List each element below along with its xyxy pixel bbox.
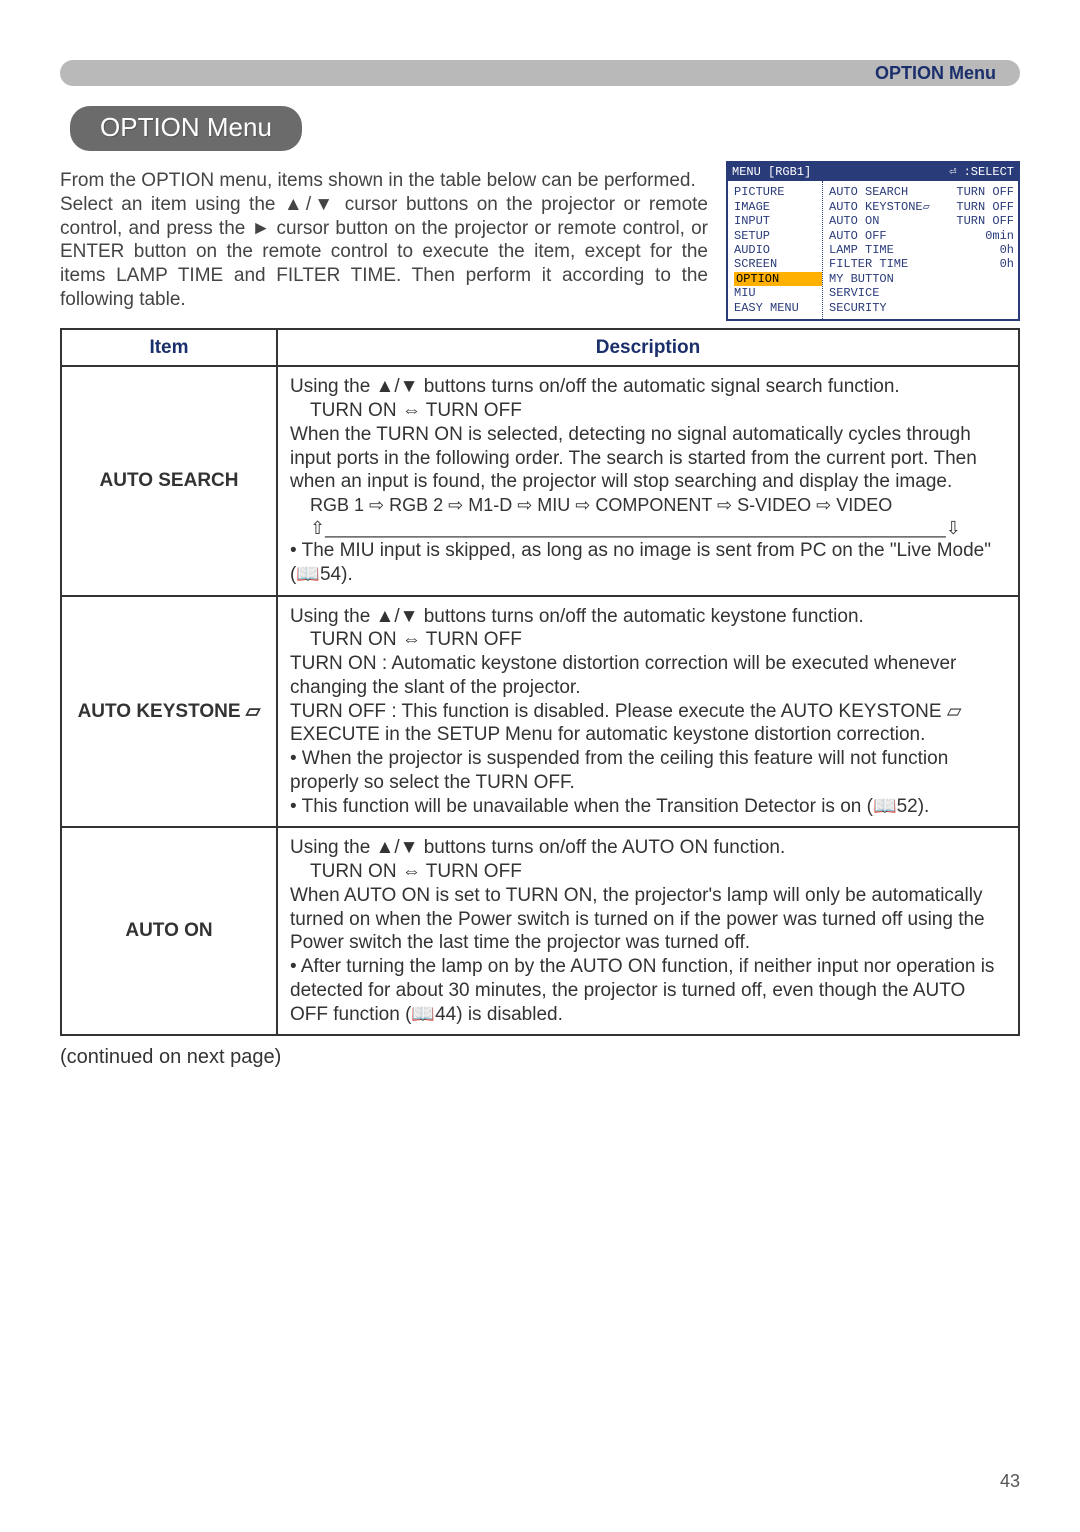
item-cell: AUTO ON [61,827,277,1035]
desc-line: Using the ▲/▼ buttons turns on/off the a… [290,605,1006,629]
osd-left-item: SETUP [734,229,822,243]
osd-right-row: AUTO OFF0min [829,229,1014,243]
osd-left-item: SCREEN [734,257,822,271]
item-cell: AUTO KEYSTONE ▱ [61,596,277,828]
page-number: 43 [1000,1471,1020,1492]
desc-line: TURN ON : Automatic keystone distortion … [290,652,1006,700]
osd-title-right: ⏎ :SELECT [949,165,1014,179]
section-title-pill: OPTION Menu [70,106,302,151]
intro-paragraph: From the OPTION menu, items shown in the… [60,169,708,312]
osd-menu-screenshot: MENU [RGB1] ⏎ :SELECT PICTUREIMAGEINPUTS… [726,161,1020,321]
desc-cell: Using the ▲/▼ buttons turns on/off the a… [277,366,1019,595]
osd-left-item: EASY MENU [734,301,822,315]
osd-title-left: MENU [RGB1] [732,165,811,179]
desc-line: Using the ▲/▼ buttons turns on/off the a… [290,375,1006,399]
osd-left-item: INPUT [734,214,822,228]
osd-right-row: AUTO KEYSTONE▱TURN OFF [829,200,1014,214]
desc-line: • This function will be unavailable when… [290,795,1006,819]
osd-right-column: AUTO SEARCHTURN OFFAUTO KEYSTONE▱TURN OF… [823,181,1018,319]
osd-left-item: PICTURE [734,185,822,199]
osd-right-row: AUTO SEARCHTURN OFF [829,185,1014,199]
table-row: AUTO ON Using the ▲/▼ buttons turns on/of… [61,827,1019,1035]
col-header-item: Item [61,329,277,367]
option-table: Item Description AUTO SEARCH Using the ▲/… [60,328,1020,1037]
desc-line: TURN ON ⇔ TURN OFF [310,399,1006,423]
header-bar: OPTION Menu [60,60,1020,86]
osd-left-item: AUDIO [734,243,822,257]
continued-note: (continued on next page) [60,1046,1020,1069]
osd-right-row: SERVICE [829,286,1014,300]
osd-right-row: MY BUTTON [829,272,1014,286]
desc-cell: Using the ▲/▼ buttons turns on/off the A… [277,827,1019,1035]
desc-line: • After turning the lamp on by the AUTO … [290,955,1006,1026]
item-cell: AUTO SEARCH [61,366,277,595]
desc-line: TURN ON ⇔ TURN OFF [310,628,1006,652]
header-label: OPTION Menu [875,63,996,84]
desc-line: When AUTO ON is set to TURN ON, the proj… [290,884,1006,955]
desc-line: RGB 1 ⇨ RGB 2 ⇨ M1-D ⇨ MIU ⇨ COMPONENT ⇨… [310,494,1006,517]
osd-left-item: MIU [734,286,822,300]
desc-line: TURN ON ⇔ TURN OFF [310,860,1006,884]
osd-right-row: FILTER TIME0h [829,257,1014,271]
desc-line: TURN OFF : This function is disabled. Pl… [290,700,1006,748]
desc-line: Using the ▲/▼ buttons turns on/off the A… [290,836,1006,860]
osd-left-item: IMAGE [734,200,822,214]
desc-line: • When the projector is suspended from t… [290,747,1006,795]
desc-line: When the TURN ON is selected, detecting … [290,423,1006,494]
desc-line: • The MIU input is skipped, as long as n… [290,539,1006,587]
desc-line: ⇧_______________________________________… [310,517,1006,540]
table-row: AUTO KEYSTONE ▱ Using the ▲/▼ buttons tur… [61,596,1019,828]
desc-cell: Using the ▲/▼ buttons turns on/off the a… [277,596,1019,828]
col-header-desc: Description [277,329,1019,367]
osd-right-row: AUTO ONTURN OFF [829,214,1014,228]
osd-right-row: SECURITY [829,301,1014,315]
osd-left-column: PICTUREIMAGEINPUTSETUPAUDIOSCREENOPTIONM… [728,181,823,319]
osd-right-row: LAMP TIME0h [829,243,1014,257]
table-row: AUTO SEARCH Using the ▲/▼ buttons turns o… [61,366,1019,595]
osd-left-item: OPTION [734,272,822,286]
